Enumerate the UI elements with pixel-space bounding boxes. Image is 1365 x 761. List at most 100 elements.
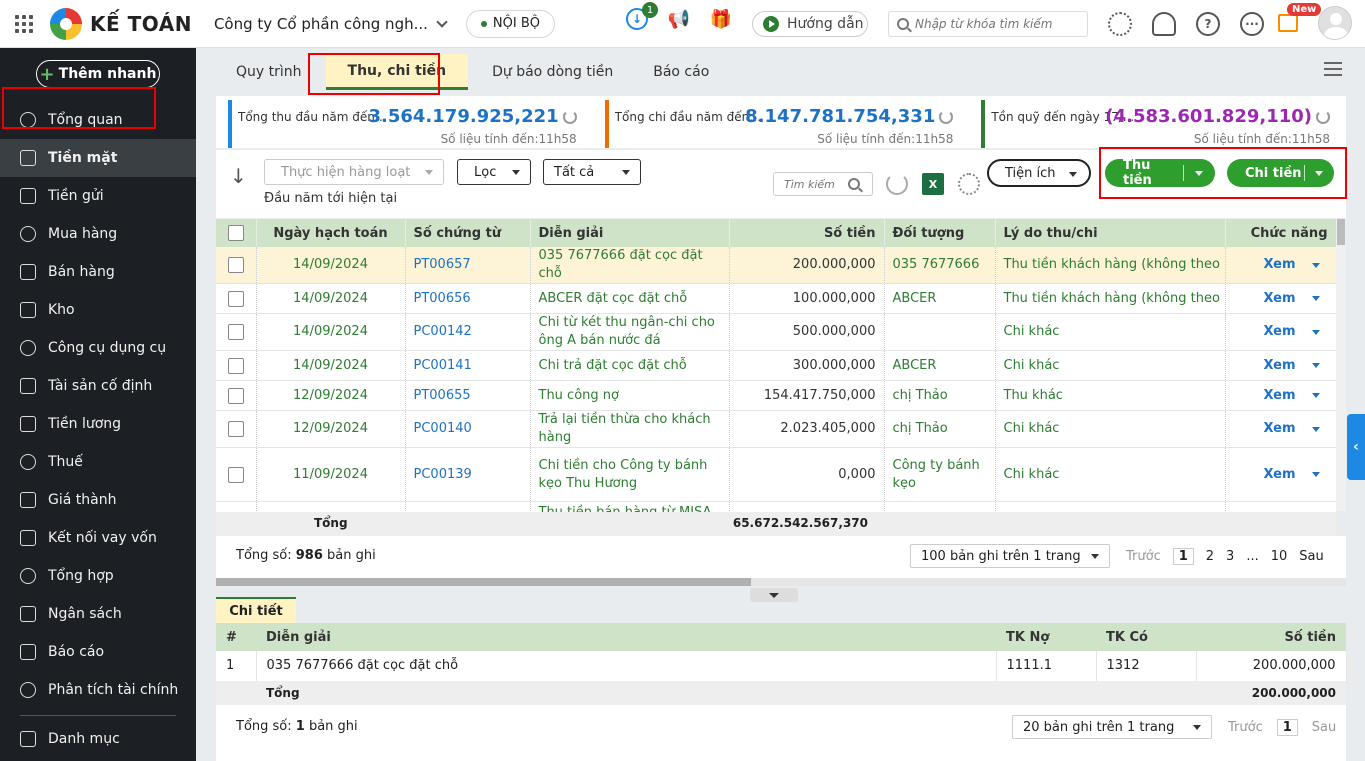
download-button[interactable]: ↓ 1 [626,2,658,30]
sidebar-item-14[interactable]: Báo cáo [0,633,196,671]
guide-button[interactable]: Hướng dẫn [752,11,868,37]
view-button[interactable]: Xem [1264,256,1296,274]
more-icon[interactable]: ··· [1240,12,1264,36]
detail-page-size-select[interactable]: 20 bản ghi trên 1 trang [1012,715,1212,739]
utilities-button[interactable]: Tiện ích [987,159,1091,187]
detail-column-header[interactable]: TK Có [1096,623,1196,651]
caret-down-icon[interactable] [1311,329,1320,335]
refresh-icon[interactable] [562,110,577,124]
sidebar-item-11[interactable]: Kết nối vay vốn [0,519,196,557]
quick-add-button[interactable]: + Thêm nhanh [36,60,160,88]
summary-card[interactable]: Tổng chi đầu năm đến hi... 8.147.781.754,… [604,100,964,148]
sidebar-item-10[interactable]: Giá thành [0,481,196,519]
period-label[interactable]: Đầu năm tới hiện tại [264,191,397,206]
sidebar-item-6[interactable]: Công cụ dụng cụ [0,329,196,367]
global-search-input[interactable] [915,17,1075,31]
select-all-checkbox[interactable] [228,225,244,241]
horizontal-scrollbar[interactable] [216,578,1346,586]
row-checkbox[interactable] [228,387,244,404]
row-checkbox[interactable] [228,357,244,374]
view-button[interactable]: Xem [1264,420,1296,438]
excel-export-icon[interactable]: X [922,173,944,195]
side-panel-toggle[interactable]: ‹ [1347,414,1365,480]
page-button[interactable]: 1 [1172,548,1194,565]
environment-pill[interactable]: NỘI BỘ [465,9,555,38]
voucher-number-link[interactable]: PC00141 [405,350,531,381]
bulk-action-select[interactable]: Thực hiện hàng loạt [264,159,444,185]
column-header[interactable]: Số chứng từ [405,219,531,247]
sidebar-item-8[interactable]: Tiền lương [0,405,196,443]
settings-icon[interactable] [958,173,980,195]
page-button[interactable]: ... [1246,549,1258,564]
detail-column-header[interactable]: TK Nợ [996,623,1096,651]
sidebar-item-3[interactable]: Mua hàng [0,215,196,253]
table-row[interactable]: 12/09/2024 PC00140 Trả lại tiền thừa cho k… [216,410,1336,448]
voucher-number-link[interactable]: PC00139 [405,447,531,502]
detail-column-header[interactable]: Số tiền [1196,623,1346,651]
caret-down-icon[interactable] [1311,363,1320,368]
sidebar-item-1[interactable]: Tiền mặt [0,139,196,177]
sidebar-item-7[interactable]: Tài sản cố định [0,367,196,405]
column-header[interactable]: Số tiền [729,219,885,247]
view-button[interactable]: Xem [1264,466,1296,484]
prev-page-button[interactable]: Trước [1228,720,1263,735]
sidebar-item-12[interactable]: Tổng hợp [0,557,196,595]
page-button[interactable]: 3 [1226,549,1234,564]
filter-button[interactable]: Lọc [457,159,531,185]
caret-down-icon[interactable] [1311,262,1320,268]
logo[interactable]: KẾ TOÁN [50,7,192,40]
view-button[interactable]: Xem [1264,290,1296,308]
sidebar-item-13[interactable]: Ngân sách [0,595,196,633]
vertical-scrollbar[interactable] [1336,219,1346,511]
refresh-icon[interactable] [1316,110,1331,124]
sidebar-item-catalog[interactable]: Danh mục [0,720,196,758]
page-button[interactable]: 10 [1271,549,1288,564]
view-button[interactable]: Xem [1264,323,1296,341]
page-button[interactable]: 1 [1276,719,1298,736]
sidebar-item-9[interactable]: Thuế [0,443,196,481]
view-button[interactable]: Xem [1264,387,1296,405]
caret-down-icon[interactable] [1311,393,1320,398]
table-row[interactable]: 14/09/2024 PT00656 ABCER đặt cọc đặt chỗ 10… [216,283,1336,314]
voucher-number-link[interactable]: PC00142 [405,313,531,351]
sidebar-item-2[interactable]: Tiền gửi [0,177,196,215]
column-header[interactable]: Chức năng [1225,219,1336,247]
row-checkbox[interactable] [228,466,244,483]
column-header[interactable]: Ngày hạch toán [256,219,406,247]
caret-down-icon[interactable] [1311,296,1320,301]
table-search-input[interactable] [784,177,844,191]
table-row[interactable]: 14/09/2024 PC00142 Chi từ két thu ngân-chi… [216,313,1336,351]
refresh-icon[interactable] [886,173,908,195]
tab-2[interactable]: Dự báo dòng tiền [472,54,633,90]
global-search[interactable] [888,11,1088,37]
refresh-icon[interactable] [939,110,954,124]
caret-down-icon[interactable] [1311,472,1320,477]
table-search[interactable] [773,172,873,196]
row-checkbox[interactable] [228,421,244,437]
row-checkbox[interactable] [228,290,244,307]
bell-icon[interactable] [1152,12,1176,36]
row-checkbox[interactable] [228,324,244,340]
mail-icon[interactable] [1278,14,1298,32]
gear-icon[interactable] [1108,12,1132,36]
table-row[interactable]: 12/09/2024 PT00655 Thu công nợ 154.417.750,… [216,380,1336,411]
view-button[interactable]: Xem [1264,357,1296,375]
summary-card[interactable]: Tổng thu đầu năm đến ... 3.564.179.925,22… [228,100,587,148]
next-page-button[interactable]: Sau [1312,720,1336,735]
prev-page-button[interactable]: Trước [1126,549,1161,564]
column-header[interactable]: Diễn giải [530,219,730,247]
next-page-button[interactable]: Sau [1299,549,1323,564]
avatar[interactable] [1318,6,1352,40]
row-checkbox[interactable] [228,257,244,273]
tab-3[interactable]: Báo cáo [633,54,729,90]
detail-column-header[interactable]: # [216,623,256,651]
sidebar-item-4[interactable]: Bán hàng [0,253,196,291]
help-icon[interactable]: ? [1196,12,1220,36]
tab-detail[interactable]: Chi tiết [216,597,296,623]
gift-icon[interactable]: 🎁 [710,8,732,30]
app-launcher-icon[interactable] [0,0,48,48]
column-header[interactable]: Lý do thu/chi [995,219,1226,247]
megaphone-icon[interactable]: 📢 [668,8,690,30]
company-selector[interactable]: Công ty Cổ phần công ngh... [214,15,448,33]
sidebar-item-15[interactable]: Phân tích tài chính [0,671,196,709]
